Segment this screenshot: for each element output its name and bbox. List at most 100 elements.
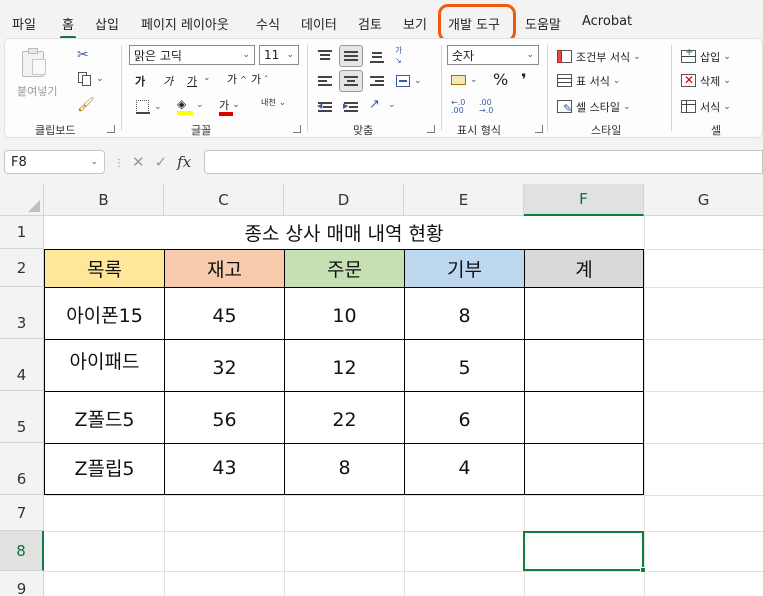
header-cell-stock[interactable]: 재고: [164, 249, 284, 287]
data-cell[interactable]: [524, 339, 644, 391]
orientation-button[interactable]: 가 ↘: [395, 45, 411, 65]
row-header-4[interactable]: 4: [0, 339, 44, 391]
data-cell[interactable]: 12: [284, 339, 404, 391]
cancel-icon[interactable]: ✕: [132, 153, 145, 171]
insert-cells-button[interactable]: + 삽입 ⌄: [681, 47, 731, 65]
tab-view[interactable]: 보기: [403, 14, 427, 33]
shrink-font-button[interactable]: 가ˇ: [251, 71, 268, 87]
data-cell[interactable]: 4: [404, 443, 524, 495]
merge-center-button[interactable]: ⌄: [395, 73, 422, 89]
tab-formulas[interactable]: 수식: [256, 14, 280, 33]
data-cell[interactable]: 10: [284, 287, 404, 339]
copy-button[interactable]: ⌄: [77, 71, 104, 87]
data-cell[interactable]: [524, 287, 644, 339]
row-header-7[interactable]: 7: [0, 495, 44, 531]
header-cell-list[interactable]: 목록: [44, 249, 164, 287]
title-cell[interactable]: 종소 상사 매매 내역 현황: [44, 216, 644, 249]
enter-check-icon[interactable]: ✓: [155, 153, 168, 171]
alignment-launcher-icon[interactable]: [427, 125, 435, 133]
more-options-icon[interactable]: ⋮: [114, 158, 124, 169]
tab-acrobat[interactable]: Acrobat: [582, 14, 632, 29]
increase-decimal-button[interactable]: ←.0.00: [451, 99, 465, 115]
format-as-table-button[interactable]: 표 서식 ⌄: [557, 73, 620, 89]
row-header-8[interactable]: 8: [0, 531, 44, 571]
header-cell-donation[interactable]: 기부: [404, 249, 524, 287]
percent-button[interactable]: %: [493, 70, 508, 89]
number-launcher-icon[interactable]: [535, 125, 543, 133]
bold-button[interactable]: 가: [135, 73, 145, 89]
header-cell-total[interactable]: 계: [524, 249, 644, 287]
tab-home[interactable]: 홈: [60, 14, 76, 39]
cut-button[interactable]: ✂: [77, 47, 93, 63]
format-cells-button[interactable]: 서식 ⌄: [681, 99, 731, 115]
font-size-select[interactable]: 11 ⌄: [259, 45, 299, 65]
column-header-d[interactable]: D: [284, 184, 404, 216]
underline-button[interactable]: 가: [187, 73, 197, 89]
column-header-c[interactable]: C: [164, 184, 284, 216]
font-color-button[interactable]: 가 ⌄: [219, 97, 240, 116]
increase-indent-button[interactable]: ▶: [343, 99, 359, 115]
right-align-button[interactable]: [369, 73, 385, 89]
data-cell[interactable]: 5: [404, 339, 524, 391]
number-format-select[interactable]: 숫자 ⌄: [447, 45, 539, 65]
data-cell[interactable]: 32: [164, 339, 284, 391]
delete-cells-button[interactable]: ✕ 삭제 ⌄: [681, 73, 731, 89]
tab-data[interactable]: 데이터: [301, 14, 337, 33]
fill-color-button[interactable]: ◈ ⌄: [177, 97, 204, 115]
clipboard-launcher-icon[interactable]: [107, 125, 115, 133]
row-header-3[interactable]: 3: [0, 287, 44, 339]
row-header-1[interactable]: 1: [0, 216, 44, 249]
column-header-e[interactable]: E: [404, 184, 524, 216]
select-all-button[interactable]: [0, 184, 44, 216]
row-header-6[interactable]: 6: [0, 443, 44, 495]
column-header-f[interactable]: F: [524, 184, 644, 216]
top-align-button[interactable]: [317, 48, 333, 64]
underline-dropdown[interactable]: ⌄: [203, 73, 211, 83]
column-header-b[interactable]: B: [44, 184, 164, 216]
data-cell[interactable]: Z플립5: [44, 443, 164, 495]
data-cell[interactable]: [524, 443, 644, 495]
decrease-indent-button[interactable]: ◀: [317, 99, 333, 115]
accounting-format-button[interactable]: ⌄: [451, 72, 478, 88]
tab-file[interactable]: 파일: [12, 14, 36, 33]
data-cell[interactable]: Z폴드5: [44, 391, 164, 443]
data-cell[interactable]: 8: [284, 443, 404, 495]
row-header-5[interactable]: 5: [0, 391, 44, 443]
data-cell[interactable]: 22: [284, 391, 404, 443]
conditional-formatting-button[interactable]: 조건부 서식 ⌄: [557, 49, 641, 65]
wrap-text-button[interactable]: ↗ ⌄: [369, 97, 396, 113]
font-launcher-icon[interactable]: [293, 125, 301, 133]
tab-insert[interactable]: 삽입: [95, 14, 119, 33]
name-box[interactable]: F8 ⌄: [4, 150, 105, 174]
tab-help[interactable]: 도움말: [525, 14, 561, 33]
format-painter-button[interactable]: 🖌: [77, 97, 95, 113]
column-header-g[interactable]: G: [644, 184, 763, 216]
fill-handle[interactable]: [640, 567, 646, 573]
font-name-select[interactable]: 맑은 고딕 ⌄: [129, 45, 255, 65]
insert-function-button[interactable]: fx: [177, 153, 191, 171]
cell-styles-button[interactable]: ✎ 셀 스타일 ⌄: [557, 99, 631, 115]
data-cell[interactable]: 56: [164, 391, 284, 443]
comma-button[interactable]: ❜: [521, 70, 527, 89]
italic-button[interactable]: 가: [163, 73, 173, 89]
selected-cell-f8[interactable]: [523, 531, 646, 573]
left-align-button[interactable]: [317, 73, 333, 89]
data-cell[interactable]: [524, 391, 644, 443]
data-cell[interactable]: 45: [164, 287, 284, 339]
data-cell[interactable]: 아이패드: [44, 339, 164, 391]
data-cell[interactable]: 43: [164, 443, 284, 495]
middle-align-button[interactable]: [343, 48, 359, 64]
tab-review[interactable]: 검토: [358, 14, 382, 33]
grow-font-button[interactable]: 가 ^: [227, 71, 247, 87]
phonetic-button[interactable]: 내천 ⌄: [261, 97, 286, 108]
border-button[interactable]: ⌄: [135, 99, 162, 115]
decrease-decimal-button[interactable]: .00 →.0: [479, 99, 493, 115]
row-header-9[interactable]: 9: [0, 571, 44, 596]
data-cell[interactable]: 6: [404, 391, 524, 443]
center-align-button[interactable]: [343, 73, 359, 89]
header-cell-order[interactable]: 주문: [284, 249, 404, 287]
data-cell[interactable]: 8: [404, 287, 524, 339]
bottom-align-button[interactable]: [369, 48, 385, 64]
data-cell[interactable]: 아이폰15: [44, 287, 164, 339]
paste-button[interactable]: [19, 47, 53, 87]
